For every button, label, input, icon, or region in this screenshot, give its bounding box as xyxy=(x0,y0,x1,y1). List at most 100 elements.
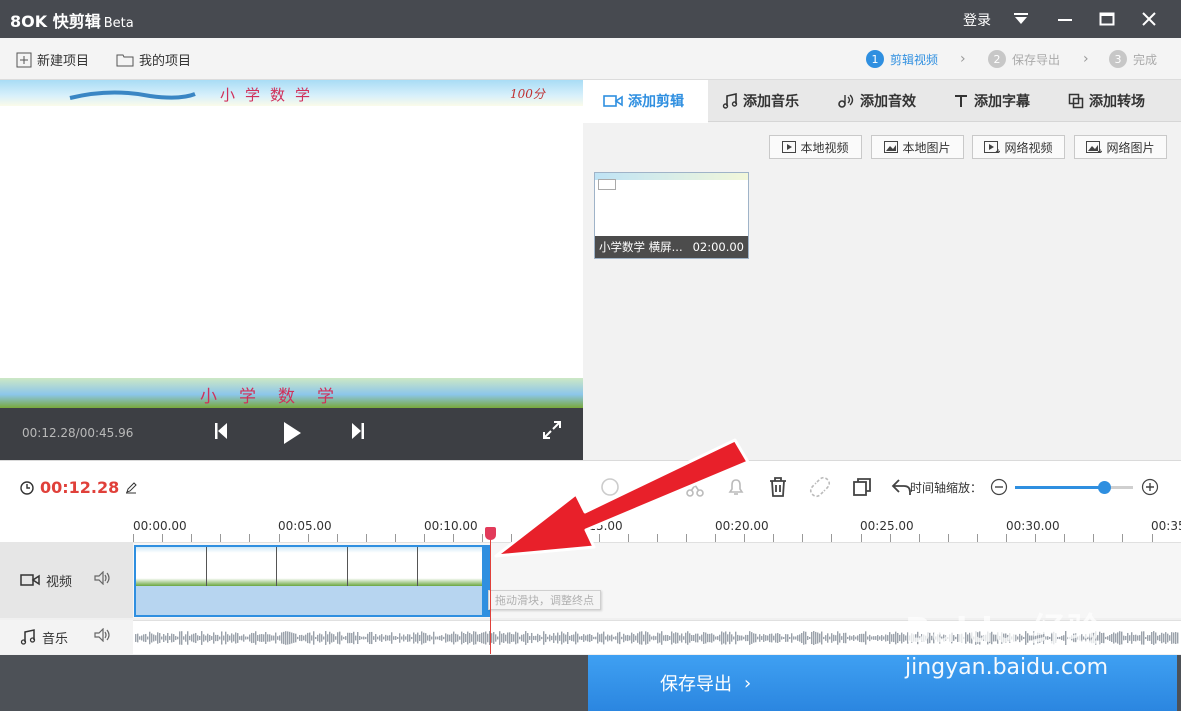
current-time-value: 00:12.28 xyxy=(40,478,120,497)
music-volume-icon[interactable] xyxy=(94,627,112,646)
transition-icon xyxy=(1068,93,1084,109)
dolphin-icon xyxy=(69,90,196,100)
trim-tooltip: 拖动滑块，调整终点 xyxy=(488,590,601,610)
clock-icon xyxy=(20,480,34,495)
tab-add-clip[interactable]: 添加剪辑 xyxy=(583,80,708,123)
playhead-line[interactable] xyxy=(490,527,491,654)
media-thumbnail[interactable]: 小学数学 横屏... 02:00.00 xyxy=(594,172,749,259)
banner-top-title: 小学数学 xyxy=(220,86,321,104)
playback-time: 00:12.28/00:45.96 xyxy=(22,426,134,440)
web-video-icon xyxy=(984,141,1001,153)
my-projects-label: 我的项目 xyxy=(139,54,192,69)
media-duration: 02:00.00 xyxy=(692,240,744,254)
music-note-icon xyxy=(20,629,36,645)
video-camera-icon xyxy=(20,573,40,587)
media-tabs: 添加剪辑 添加音乐 添加音效 添加字幕 添加转场 xyxy=(583,80,1181,123)
web-image-icon xyxy=(1086,141,1103,153)
zoom-in-icon[interactable] xyxy=(1141,478,1159,496)
ruler-mark: 00:25.00 xyxy=(860,519,914,533)
play-icon[interactable] xyxy=(281,420,303,446)
scissors-icon[interactable] xyxy=(684,476,706,498)
step-save-export[interactable]: 2 保存导出 xyxy=(988,50,1060,68)
title-bar: 8OK 快剪辑 Beta 登录 xyxy=(0,0,1181,38)
tab-add-music[interactable]: 添加音乐 xyxy=(722,80,799,122)
preview-banner-bottom: 小学数学 xyxy=(0,378,583,408)
media-name: 小学数学 横屏... xyxy=(599,240,683,254)
music-track-label: 音乐 xyxy=(42,631,69,647)
playhead-handle[interactable] xyxy=(485,527,496,540)
ruler-mark: 00:10.00 xyxy=(424,519,478,533)
current-time: 00:12.28 xyxy=(20,478,137,497)
save-export-label: 保存导出 xyxy=(660,674,732,695)
new-project-button[interactable]: 新建项目 xyxy=(16,50,89,69)
menu-bar: 新建项目 我的项目 1 剪辑视频 › 2 保存导出 › 3 完成 xyxy=(0,38,1181,80)
delete-icon[interactable] xyxy=(767,476,789,498)
ruler-mark: 00:30.00 xyxy=(1006,519,1060,533)
close-icon[interactable] xyxy=(1136,6,1162,32)
banner-bottom-title: 小学数学 xyxy=(200,387,356,407)
next-frame-icon[interactable] xyxy=(349,420,367,442)
video-clip[interactable] xyxy=(134,545,490,617)
tab-add-sound-effect[interactable]: 添加音效 xyxy=(837,80,916,122)
fullscreen-icon[interactable] xyxy=(542,420,562,440)
ruler-mark: 00:00.00 xyxy=(133,519,187,533)
zoom-label: 时间轴缩放： xyxy=(910,481,983,495)
step-edit-video[interactable]: 1 剪辑视频 xyxy=(866,50,938,68)
preview-banner-top: 小学数学 100分 xyxy=(0,80,583,106)
music-note-icon xyxy=(722,93,738,109)
tab-add-transition[interactable]: 添加转场 xyxy=(1068,80,1145,122)
baidu-watermark-url: jingyan.baidu.com xyxy=(905,655,1109,680)
video-volume-icon[interactable] xyxy=(94,570,112,589)
edit-clip-icon[interactable] xyxy=(640,476,662,498)
tab-add-subtitle[interactable]: 添加字幕 xyxy=(953,80,1030,122)
step-complete[interactable]: 3 完成 xyxy=(1109,50,1157,68)
previous-frame-icon[interactable] xyxy=(212,420,230,442)
video-file-icon xyxy=(782,141,797,153)
zoom-slider-knob[interactable] xyxy=(1097,481,1111,494)
sound-effect-icon xyxy=(838,94,854,108)
dropdown-menu-icon[interactable] xyxy=(1008,6,1034,32)
player-controls: 00:12.28/00:45.96 xyxy=(0,408,583,460)
undo-icon[interactable] xyxy=(599,476,621,498)
media-caption: 小学数学 横屏... 02:00.00 xyxy=(595,236,748,258)
ruler-mark: 00:05.00 xyxy=(278,519,332,533)
music-track-header: 音乐 xyxy=(0,620,133,654)
minimize-icon[interactable] xyxy=(1052,6,1078,32)
new-project-icon xyxy=(16,52,32,67)
zoom-slider[interactable] xyxy=(1015,481,1133,494)
text-icon xyxy=(955,95,967,107)
video-camera-icon xyxy=(603,94,623,107)
login-link[interactable]: 登录 xyxy=(963,10,991,30)
web-video-button[interactable]: 网络视频 xyxy=(972,135,1065,159)
app-logo: 8OK 快剪辑 Beta xyxy=(10,12,134,31)
step-arrow-icon: › xyxy=(1083,51,1089,67)
baidu-watermark-logo: Baidu 经验 xyxy=(905,611,1102,651)
app-window: 8OK 快剪辑 Beta 登录 新建项目 我的项目 1 剪辑视频 › 2 保存导出 xyxy=(0,0,1181,711)
chevron-right-icon: › xyxy=(744,672,752,694)
timeline-ruler[interactable]: 00:00.00 00:05.00 00:10.00 00:15.00 00:2… xyxy=(0,514,1181,542)
ruler-mark: 00:15.00 xyxy=(569,519,623,533)
video-preview: 小学数学 100分 小学数学 xyxy=(0,80,583,408)
local-video-button[interactable]: 本地视频 xyxy=(769,135,862,159)
banner-top-score: 100分 xyxy=(510,87,545,101)
ruler-mark: 00:20.00 xyxy=(715,519,769,533)
clip-frames xyxy=(136,547,488,586)
my-projects-button[interactable]: 我的项目 xyxy=(116,50,191,69)
timeline-toolbar: 00:12.28 时间轴缩放： xyxy=(0,460,1181,514)
local-image-button[interactable]: 本地图片 xyxy=(871,135,964,159)
image-file-icon xyxy=(884,141,899,153)
edit-time-icon[interactable] xyxy=(125,481,137,494)
zoom-out-icon[interactable] xyxy=(990,478,1008,496)
bell-icon[interactable] xyxy=(725,476,747,498)
video-track-label: 视频 xyxy=(46,574,73,590)
maximize-icon[interactable] xyxy=(1094,6,1120,32)
web-image-button[interactable]: 网络图片 xyxy=(1074,135,1167,159)
zoom-slider-fill xyxy=(1015,486,1104,489)
copy-icon[interactable] xyxy=(851,476,873,498)
video-track-header: 视频 xyxy=(0,542,133,618)
folder-icon xyxy=(116,54,134,66)
unlink-icon[interactable] xyxy=(809,476,831,498)
undo-arrow-icon[interactable] xyxy=(890,476,912,498)
ruler-mark: 00:35 xyxy=(1151,519,1181,533)
new-project-label: 新建项目 xyxy=(37,54,90,69)
